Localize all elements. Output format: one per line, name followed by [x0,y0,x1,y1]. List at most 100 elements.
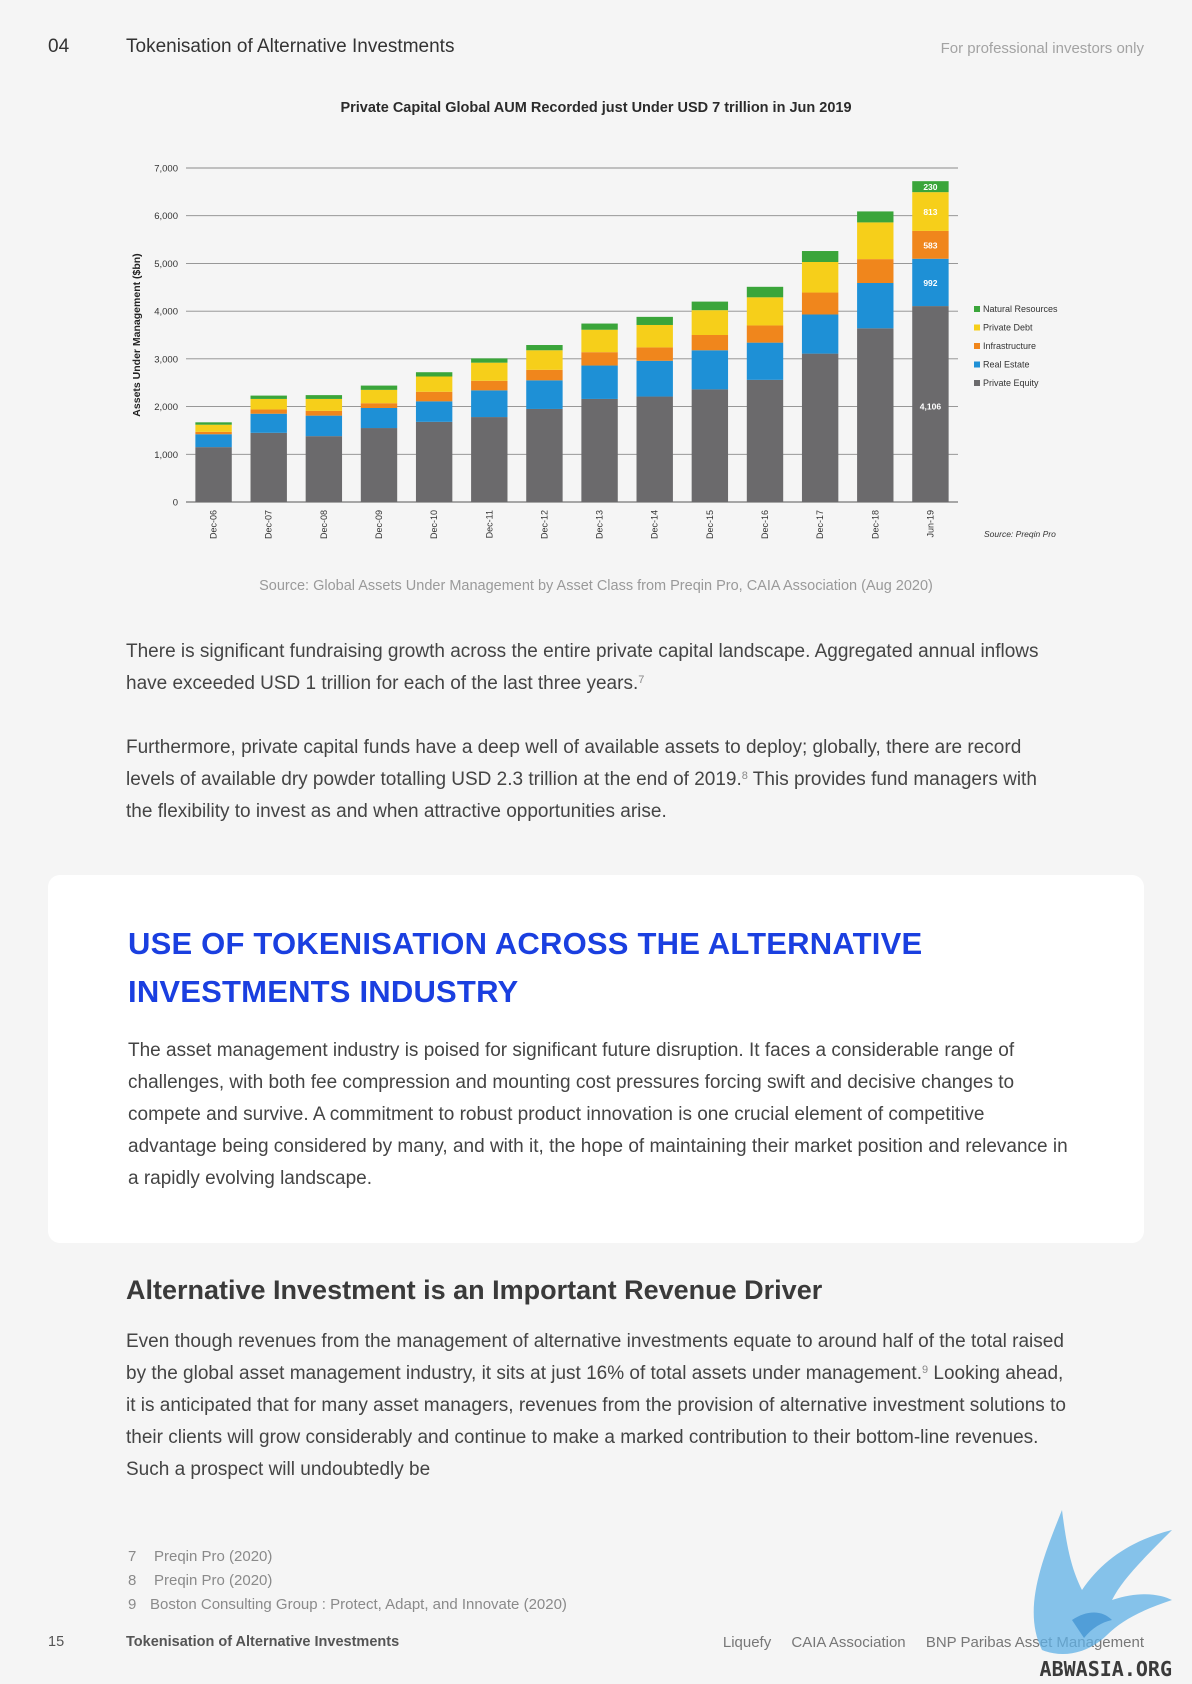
footnote-text: Boston Consulting Group : Protect, Adapt… [150,1596,567,1613]
bar-segment [195,434,232,448]
paragraph-text: There is significant fundraising growth … [126,641,1039,694]
data-label: 813 [923,207,937,217]
bar-segment [746,342,784,380]
bar-segment [526,408,563,502]
footer-partner-liquefy: Liquefy [722,1634,772,1651]
bar-segment [636,324,673,348]
bar-segment [581,398,618,502]
bar-segment [857,222,894,260]
bar-segment [415,372,453,377]
bar-segment [801,292,839,315]
footnote-ref[interactable]: 8 [742,770,748,782]
bird-logo-icon: ABWASIA.ORG [1033,1510,1172,1680]
y-tick-label: 4,000 [154,307,178,318]
bar-segment [305,415,343,437]
bar-segment [691,310,729,335]
bar-segment [581,329,618,353]
legend-label: Private Debt [983,323,1033,333]
bar-segment [801,353,839,502]
aum-stacked-bar-chart: 0 1,000 2,000 3,000 4,000 5,000 6,000 7,000 Asse… [131,164,1058,540]
data-label: 583 [923,240,937,250]
x-tick-label: Dec-06 [209,510,219,539]
bar-segment [857,282,894,329]
bar-segment [195,447,232,502]
bar-segment [415,421,453,502]
x-tick-label: Dec-08 [319,510,329,539]
legend-swatch [974,380,980,386]
data-label: 230 [923,182,937,192]
bar-segment [195,431,232,435]
bar-segment [360,385,398,390]
x-tick-label: Dec-18 [870,510,880,539]
legend-swatch [974,361,980,368]
bar-segment [471,390,508,418]
bar-segment [691,389,729,502]
bar-segment [857,328,894,502]
bar-segment [195,422,232,425]
bar-segment [526,369,563,381]
bar-segment [415,391,453,402]
y-tick-label: 0 [173,498,178,509]
bar-segment [305,395,343,399]
paragraph-fundraising: There is significant fundraising growth … [126,636,1066,700]
bar-segment [360,428,398,502]
bar-segment [746,379,784,502]
legend-swatch [974,324,980,331]
bar-segment [746,286,784,298]
y-tick-label: 6,000 [154,211,178,222]
bar-segment [801,251,839,262]
footnote-item: 9 Boston Consulting Group : Protect, Adap… [128,1596,567,1613]
x-tick-label: Jun-19 [925,510,935,538]
bar-segment [250,432,287,502]
bar-segment [801,314,839,354]
bar-segment [250,413,287,433]
bar-segment [691,301,729,311]
x-tick-label: Dec-07 [264,510,274,539]
paragraph-text: Even though revenues from the management… [126,1331,1064,1384]
bar-segment [471,417,508,502]
bar-segment [305,410,343,416]
bar-segment [471,362,508,381]
legend-label: Private Equity [983,378,1039,388]
legend-swatch [974,343,980,349]
bar-segment [526,350,563,370]
legend-swatch [974,306,980,312]
header-audience-note: For professional investors only [940,40,1144,57]
y-tick-label: 1,000 [154,450,178,461]
bar-segment [526,380,563,409]
y-tick-label: 7,000 [154,164,178,175]
bar-segment [415,401,453,422]
x-tick-label: Dec-12 [539,510,549,539]
bar-segment [195,424,232,432]
bar-segment [471,358,508,363]
bar-segment [581,352,618,366]
bar-segment [581,323,618,330]
bar-segment [691,335,729,351]
bar-segment [636,396,673,502]
legend-label: Real Estate [983,360,1030,370]
section-paragraph: Even though revenues from the management… [126,1326,1066,1486]
bar-segment [526,345,563,351]
paragraph-dry-powder: Furthermore, private capital funds have … [126,732,1066,828]
bar-segment [250,395,287,399]
bar-segment [360,408,398,429]
x-tick-label: Dec-14 [650,510,660,539]
footnote-text: Preqin Pro (2020) [154,1572,273,1589]
data-label: 992 [923,278,937,288]
footnote-ref[interactable]: 9 [922,1364,928,1376]
x-tick-label: Dec-09 [374,510,384,539]
bar-segment [857,211,894,223]
bar-segment [636,347,673,361]
y-tick-label: 2,000 [154,402,178,413]
bar-segment [746,297,784,326]
bar-segment [746,325,784,343]
bar-segment [691,350,729,390]
x-tick-label: Dec-13 [595,510,605,539]
bar-segment [801,261,839,293]
figure-source-caption: Source: Global Assets Under Management b… [259,578,933,594]
x-tick-label: Dec-16 [760,510,770,539]
data-label: 4,106 [920,402,942,412]
footnote-item: 8 Preqin Pro (2020) [128,1572,272,1589]
x-tick-label: Dec-11 [484,510,494,538]
footnote-ref[interactable]: 7 [638,674,644,686]
